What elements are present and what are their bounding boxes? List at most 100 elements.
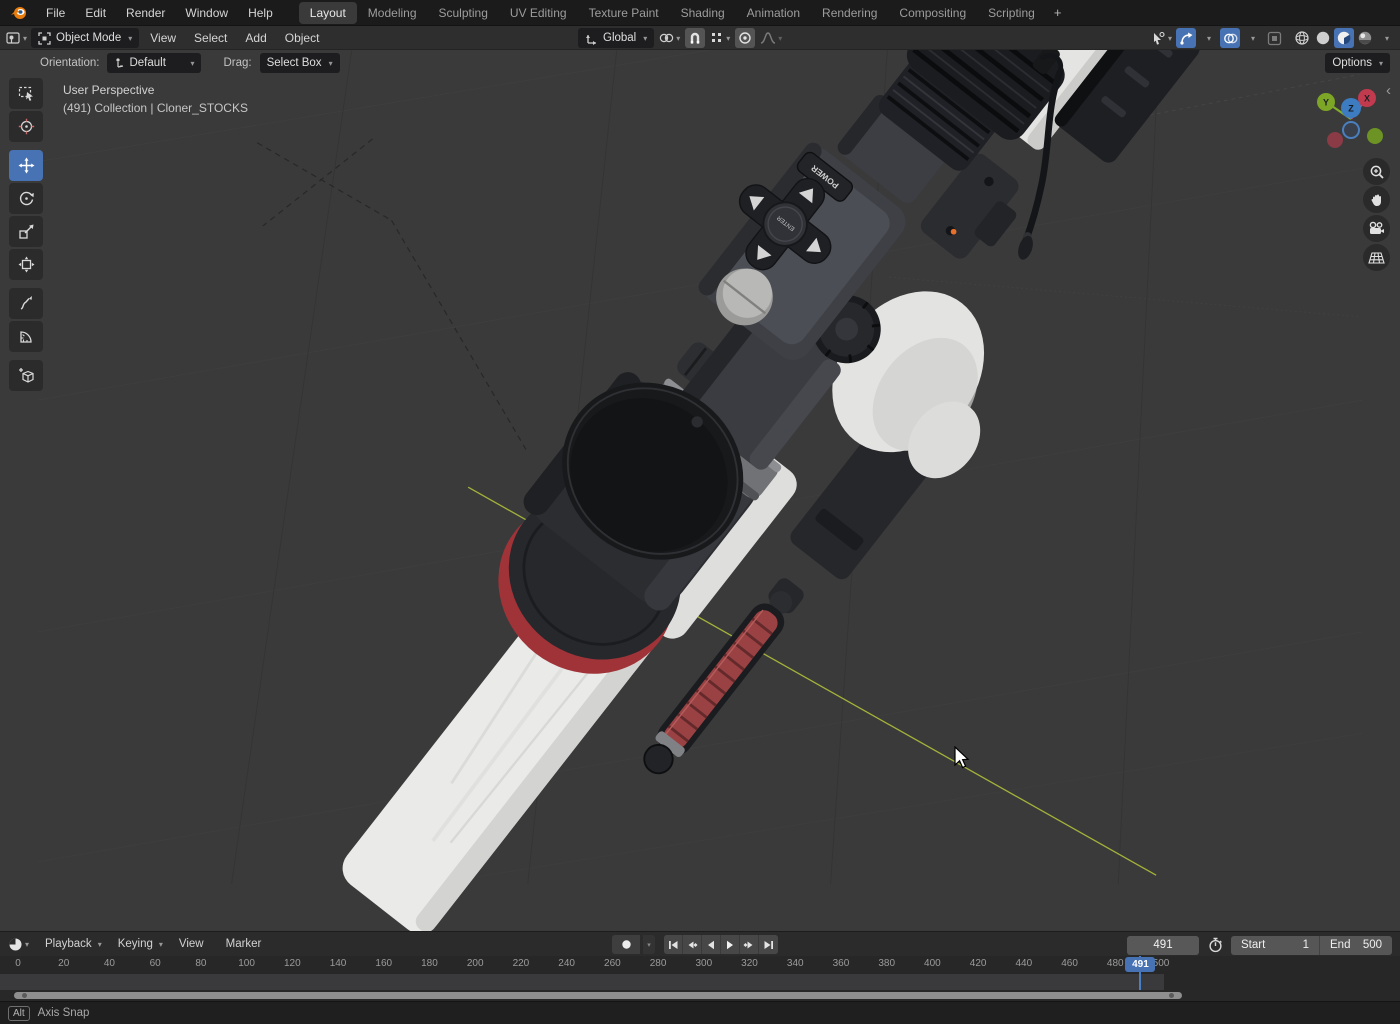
timeline-ruler[interactable]: 0 20 40 60 80 100 120 140 160 180 200 220 240 260 280 3… [0,956,1400,990]
drag-mode-value: Select Box [266,57,322,69]
timeline-active-range [0,974,1164,990]
toggle-perspective-button[interactable] [1363,244,1390,271]
current-frame-field[interactable]: 491 [1127,935,1199,955]
gizmo-dropdown[interactable]: ▾ [1198,28,1218,48]
shading-solid-button[interactable] [1313,28,1333,48]
tool-measure[interactable] [9,321,43,352]
zoom-view-button[interactable] [1363,158,1390,185]
tab-modeling[interactable]: Modeling [357,2,428,24]
pivot-point-dropdown[interactable]: ▾ [657,28,682,48]
tab-animation[interactable]: Animation [736,2,811,24]
tab-scripting[interactable]: Scripting [977,2,1046,24]
start-frame-field[interactable]: Start 1 [1231,939,1319,951]
tool-rotate[interactable] [9,183,43,214]
viewport-menu-object[interactable]: Object [276,28,329,48]
options-dropdown[interactable]: Options ▾ [1325,53,1390,73]
shading-wireframe-button[interactable] [1292,28,1312,48]
ruler-tick-80: 80 [195,958,207,969]
rifle-scope-model[interactable]: POWER ENTER [334,50,1203,931]
timeline-menu-marker[interactable]: Marker [218,935,276,953]
editor-type-dropdown[interactable]: ▾ [4,28,29,48]
snap-toggle[interactable] [685,28,706,48]
toolbar [9,78,44,393]
keying-set-dropdown[interactable]: ▾ [643,935,655,954]
current-frame-badge[interactable]: 491 [1125,957,1156,972]
tool-cursor[interactable] [9,111,43,142]
drag-label: Drag: [223,57,252,69]
tab-texture-paint[interactable]: Texture Paint [578,2,670,24]
blender-logo-icon[interactable] [8,4,30,22]
navigation-gizmo[interactable]: Y X Z [1312,88,1392,160]
viewport-menu-select[interactable]: Select [185,28,236,48]
next-keyframe-button[interactable] [740,935,759,954]
menu-render[interactable]: Render [116,2,175,24]
tool-annotate[interactable] [9,288,43,319]
gizmo-neg-y-ball[interactable] [1367,128,1383,144]
tab-rendering[interactable]: Rendering [811,2,888,24]
timeline-menu-view[interactable]: View [171,935,218,953]
timeline-menus: Playback ▾ Keying ▾ View Marker [37,935,275,953]
ruler-tick-240: 240 [558,958,575,969]
viewport-menus: View Select Add Object [141,28,328,48]
drag-mode-dropdown[interactable]: Select Box ▾ [259,53,340,73]
viewport-3d[interactable]: POWER ENTER Orientation: Default ▾ Drag:… [0,50,1400,931]
play-reverse-button[interactable] [702,935,721,954]
viewport-3d-scene[interactable]: POWER ENTER [0,50,1400,931]
snap-target-dropdown[interactable]: ▾ [708,28,732,48]
tool-move[interactable] [9,150,43,181]
timeline-scrollbar[interactable] [0,990,1400,1001]
show-overlays-toggle[interactable] [1220,28,1240,48]
status-bar: Alt Axis Snap [0,1001,1400,1024]
pan-view-button[interactable] [1363,186,1390,213]
viewport-menu-add[interactable]: Add [236,28,275,48]
tab-layout[interactable]: Layout [298,1,357,24]
shading-rendered-button[interactable] [1355,28,1375,48]
menu-window[interactable]: Window [175,2,238,24]
tool-scale[interactable] [9,216,43,247]
svg-text:X: X [1364,94,1370,104]
previous-keyframe-button[interactable] [683,935,702,954]
tab-shading[interactable]: Shading [670,2,736,24]
add-workspace-button[interactable]: + [1046,3,1070,22]
timeline-menu-keying[interactable]: Keying ▾ [110,935,171,953]
overlays-dropdown[interactable]: ▾ [1242,28,1262,48]
orientation-dropdown[interactable]: Default ▾ [107,53,202,73]
tool-transform[interactable] [9,249,43,280]
tool-select-box[interactable] [9,78,43,109]
timeline-menu-playback[interactable]: Playback ▾ [37,935,110,953]
proportional-falloff-dropdown[interactable]: ▾ [758,28,784,48]
gizmo-z-ball[interactable]: Z [1341,98,1361,118]
scrollbar-thumb[interactable] [14,992,1182,999]
object-visibility-dropdown[interactable]: ▾ [1148,28,1174,48]
show-gizmo-toggle[interactable] [1176,28,1196,48]
menu-edit[interactable]: Edit [75,2,116,24]
timeline-editor-dropdown[interactable]: ▾ [6,934,31,954]
viewport-menu-view[interactable]: View [141,28,185,48]
gizmo-neg-z-ball[interactable] [1342,121,1360,139]
proportional-editing-toggle[interactable] [735,28,756,48]
menu-file[interactable]: File [36,2,75,24]
transform-orientation-dropdown[interactable]: Global ▾ [578,28,655,48]
jump-to-start-button[interactable] [664,935,683,954]
ruler-tick-480: 480 [1106,958,1124,969]
shading-material-button[interactable] [1334,28,1354,48]
mode-dropdown[interactable]: Object Mode ▾ [31,28,140,48]
tab-sculpting[interactable]: Sculpting [428,2,499,24]
tab-compositing[interactable]: Compositing [888,2,977,24]
tab-uv-editing[interactable]: UV Editing [499,2,578,24]
camera-view-button[interactable] [1363,215,1390,242]
xray-toggle[interactable] [1264,28,1284,48]
auto-keying-record-button[interactable] [612,935,640,954]
play-button[interactable] [721,935,740,954]
gizmo-neg-x-ball[interactable] [1327,132,1343,148]
end-frame-field[interactable]: End 500 [1320,939,1392,951]
tool-add-cube[interactable] [9,360,43,391]
sidebar-collapse-arrow[interactable]: ‹ [1386,82,1391,99]
gizmo-x-ball[interactable]: X [1358,89,1376,107]
overlays-icon [1223,31,1238,46]
shading-dropdown[interactable]: ▾ [1376,28,1396,48]
gizmo-y-ball[interactable]: Y [1317,93,1335,111]
menu-help[interactable]: Help [238,2,283,24]
use-preview-range-button[interactable] [1205,935,1225,955]
jump-to-end-button[interactable] [759,935,778,954]
